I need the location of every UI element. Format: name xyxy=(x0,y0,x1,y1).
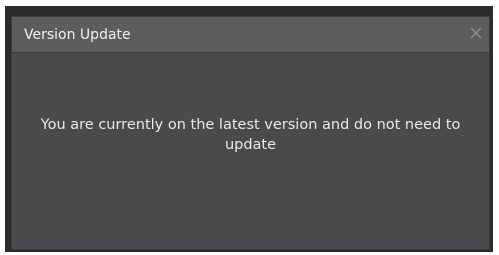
update-status-message: You are currently on the latest version … xyxy=(40,117,461,153)
dialog-titlebar: Version Update xyxy=(12,17,489,53)
dialog-title: Version Update xyxy=(24,27,131,43)
version-update-dialog: Version Update You are currently on the … xyxy=(11,16,490,250)
close-button[interactable] xyxy=(468,25,484,41)
close-icon xyxy=(470,27,482,39)
dialog-body: You are currently on the latest version … xyxy=(12,53,489,249)
